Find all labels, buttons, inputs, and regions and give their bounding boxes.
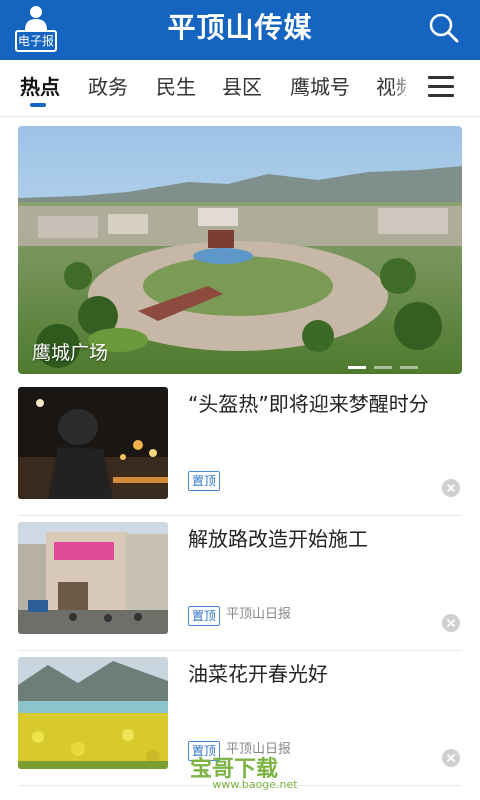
search-icon[interactable]: [426, 10, 462, 46]
menu-icon[interactable]: [424, 72, 458, 102]
watermark: 宝哥下载 www.baoge.net: [180, 752, 320, 798]
carousel-indicator: [348, 366, 448, 370]
carousel-dot: [374, 366, 392, 369]
news-title[interactable]: 解放路改造开始施工: [188, 524, 458, 554]
news-title[interactable]: “头盔热”即将迎来梦醒时分: [188, 389, 458, 419]
tab-county[interactable]: 县区: [222, 72, 262, 102]
news-source: 平顶山日报: [226, 607, 292, 622]
hero-image: [18, 126, 462, 374]
news-item[interactable]: 解放路改造开始施工 置顶 平顶山日报: [18, 522, 462, 651]
epaper-button[interactable]: 电子报: [12, 4, 60, 56]
hero-carousel[interactable]: 鹰城广场: [18, 126, 462, 374]
tab-yingcheng-account[interactable]: 鹰城号: [290, 72, 350, 102]
dismiss-icon[interactable]: [442, 479, 460, 497]
tab-livelihood[interactable]: 民生: [156, 72, 196, 102]
epaper-label: 电子报: [15, 30, 57, 52]
news-thumbnail: [18, 522, 168, 634]
news-item[interactable]: “头盔热”即将迎来梦醒时分 置顶: [18, 387, 462, 516]
top-app-bar: 电子报 平顶山传媒: [0, 0, 480, 60]
app-title: 平顶山传媒: [167, 11, 313, 44]
pinned-badge: 置顶: [188, 471, 221, 491]
carousel-dot: [348, 366, 366, 369]
tab-hot[interactable]: 热点: [20, 72, 60, 102]
hero-caption: 鹰城广场: [32, 342, 109, 364]
person-icon: [25, 6, 47, 30]
pinned-badge: 置顶: [188, 606, 221, 626]
active-tab-indicator: [30, 103, 46, 107]
news-title[interactable]: 油菜花开春光好: [188, 659, 458, 689]
news-thumbnail: [18, 387, 168, 499]
watermark-url: www.baoge.net: [212, 778, 298, 791]
dismiss-icon[interactable]: [442, 614, 460, 632]
tabs-fade: [392, 60, 416, 116]
tab-government[interactable]: 政务: [88, 72, 128, 102]
news-thumbnail: [18, 657, 168, 769]
dismiss-icon[interactable]: [442, 749, 460, 767]
carousel-dot: [400, 366, 418, 369]
